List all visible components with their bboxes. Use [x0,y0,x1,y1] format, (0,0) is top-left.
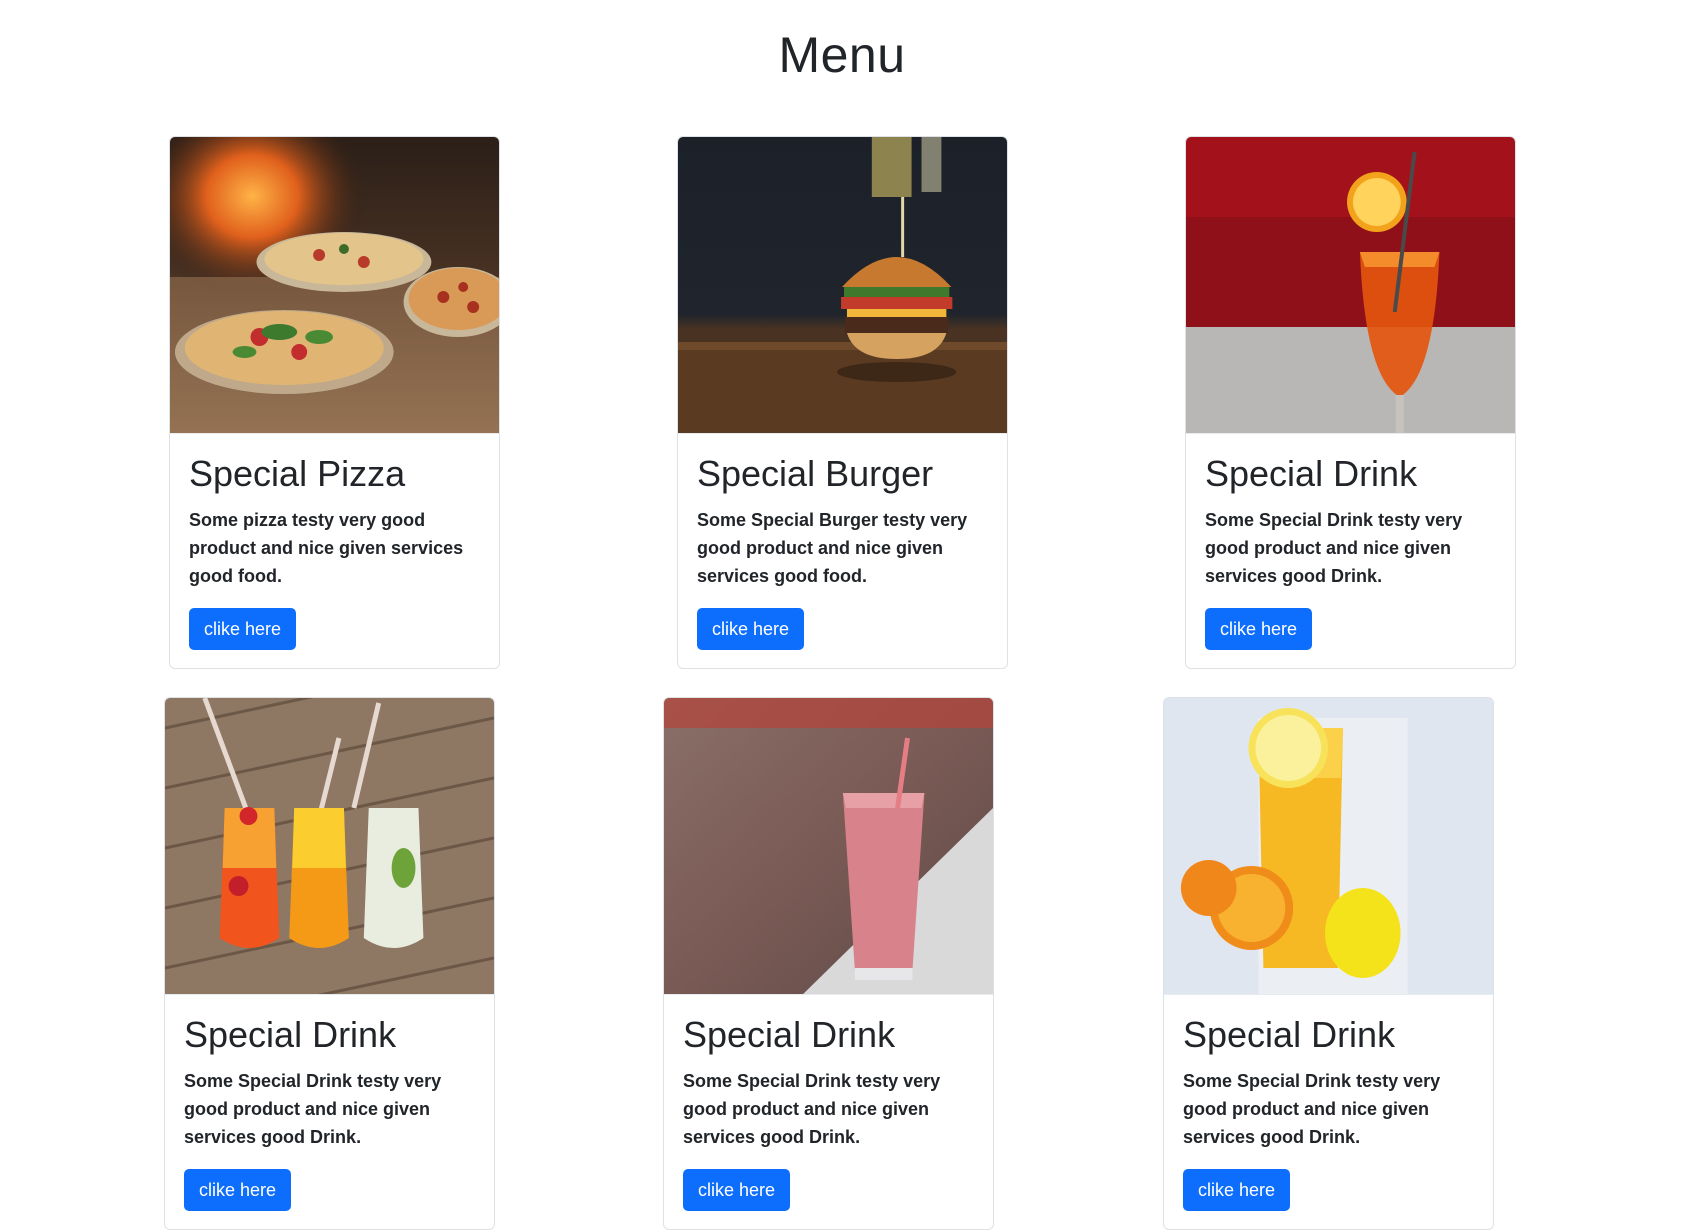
card-title: Special Drink [184,1014,397,1055]
clike-here-button[interactable]: clike here [1205,608,1313,650]
card-description: Some Special Burger testy very good prod… [697,510,968,586]
clike-here-button[interactable]: clike here [683,1169,791,1211]
card-description: Some Special Drink testy very good produ… [1183,1071,1441,1147]
menu-card-drink: Special Drink Some Special Drink testy v… [1185,136,1516,669]
menu-card-drink: Special Drink Some Special Drink testy v… [663,697,994,1230]
card-description: Some Special Drink testy very good produ… [184,1071,442,1147]
clike-here-button[interactable]: clike here [1183,1169,1291,1211]
burger-image [678,137,1007,434]
card-description: Some Special Drink testy very good produ… [1205,510,1463,586]
card-description: Some Special Drink testy very good produ… [683,1071,941,1147]
drink-image [664,698,993,995]
card-title: Special Drink [683,1014,896,1055]
clike-here-button[interactable]: clike here [697,608,805,650]
drink-image [165,698,494,995]
card-title: Special Drink [1205,453,1418,494]
clike-here-button[interactable]: clike here [189,608,297,650]
page-title: Menu [778,27,906,83]
card-title: Special Drink [1183,1014,1396,1055]
menu-card-drink: Special Drink Some Special Drink testy v… [164,697,495,1230]
card-title: Special Pizza [189,453,406,494]
card-description: Some pizza testy very good product and n… [189,510,464,586]
menu-card-pizza: Special Pizza Some pizza testy very good… [169,136,500,669]
card-title: Special Burger [697,453,934,494]
drink-image [1164,698,1493,995]
menu-card-drink: Special Drink Some Special Drink testy v… [1163,697,1494,1230]
drink-image [1186,137,1515,434]
pizza-image [170,137,499,434]
clike-here-button[interactable]: clike here [184,1169,292,1211]
menu-card-burger: Special Burger Some Special Burger testy… [677,136,1008,669]
